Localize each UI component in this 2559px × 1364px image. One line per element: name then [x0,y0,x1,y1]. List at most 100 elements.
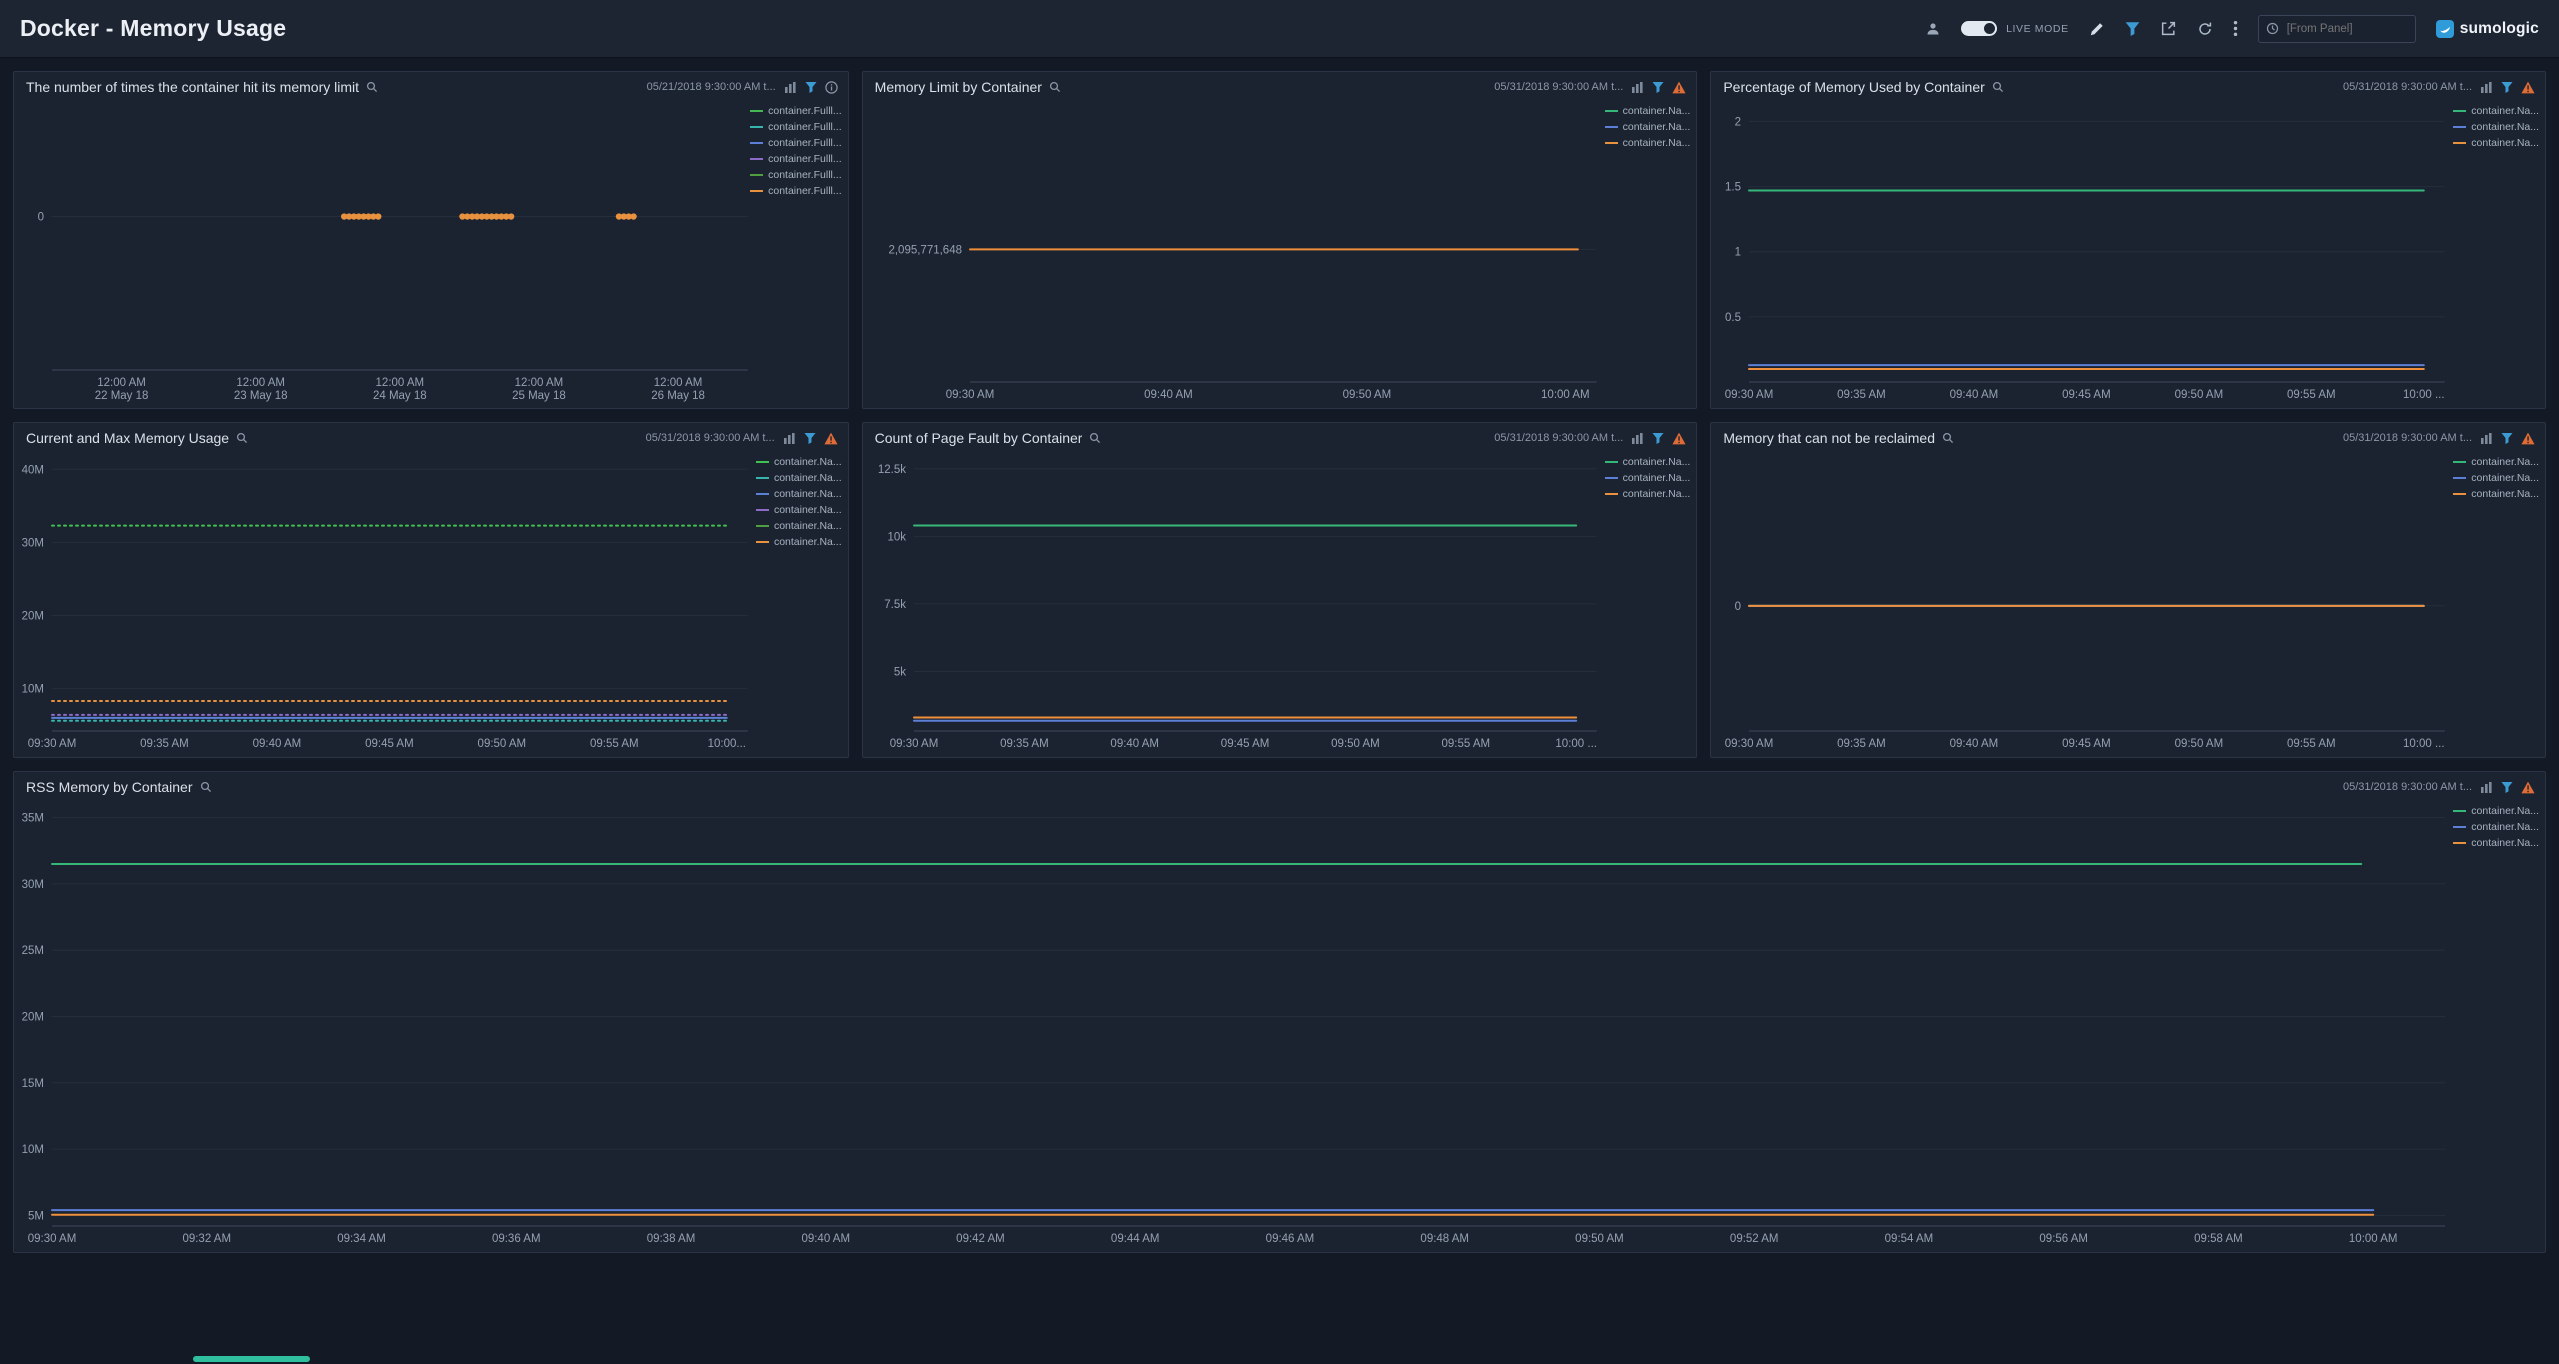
legend-item[interactable]: container.Na... [1605,137,1691,149]
zoom-icon[interactable] [236,432,248,444]
panel-title: The number of times the container hit it… [26,79,359,95]
warning-icon[interactable] [2521,81,2535,94]
legend-item[interactable]: container.Na... [2453,105,2539,117]
chart-icon[interactable] [783,432,796,445]
chart-icon[interactable] [1631,81,1644,94]
svg-text:2,095,771,648: 2,095,771,648 [888,244,962,256]
user-icon[interactable] [1925,21,1941,37]
chart-canvas[interactable]: 2,095,771,64809:30 AM09:40 AM09:50 AM10:… [863,97,1697,408]
chart-canvas[interactable]: 10M20M30M40M09:30 AM09:35 AM09:40 AM09:4… [14,448,848,757]
panel-header-actions: 05/31/2018 9:30:00 AM t... [1494,81,1686,94]
chart-icon[interactable] [2480,81,2493,94]
svg-text:09:56 AM: 09:56 AM [2039,1233,2088,1245]
legend-label: container.Na... [1623,137,1691,149]
panel-timestamp: 05/31/2018 9:30:00 AM t... [2343,781,2472,793]
legend-item[interactable]: container.Na... [2453,137,2539,149]
legend-item[interactable]: container.Na... [2453,821,2539,833]
legend-label: container.Na... [2471,456,2539,468]
legend-item[interactable]: container.Fulll... [750,185,842,197]
chart-icon[interactable] [2480,432,2493,445]
legend-item[interactable]: container.Fulll... [750,121,842,133]
legend-item[interactable]: container.Na... [2453,837,2539,849]
chart-icon[interactable] [784,81,797,94]
brand-text: sumologic [2460,20,2539,38]
chart-canvas[interactable]: 009:30 AM09:35 AM09:40 AM09:45 AM09:50 A… [1711,448,2545,757]
filter-icon[interactable] [804,432,816,444]
kebab-menu-icon[interactable] [2233,20,2238,37]
zoom-icon[interactable] [1089,432,1101,444]
warning-icon[interactable] [1672,432,1686,445]
legend-item[interactable]: container.Na... [756,520,842,532]
zoom-icon[interactable] [366,81,378,93]
svg-text:20M: 20M [22,611,44,623]
warning-icon[interactable] [824,432,838,445]
chart-area: 012:00 AM22 May 1812:00 AM23 May 1812:00… [14,97,848,408]
chart-icon[interactable] [1631,432,1644,445]
legend-item[interactable]: container.Na... [1605,456,1691,468]
legend-item[interactable]: container.Na... [756,472,842,484]
legend-item[interactable]: container.Na... [756,536,842,548]
info-icon[interactable] [825,81,838,94]
legend-item[interactable]: container.Na... [1605,105,1691,117]
refresh-icon[interactable] [2197,21,2213,37]
svg-text:09:45 AM: 09:45 AM [2062,389,2111,401]
legend-swatch [756,493,769,495]
filter-icon[interactable] [805,81,817,93]
legend-item[interactable]: container.Fulll... [750,137,842,149]
search-input[interactable] [2258,15,2416,43]
chart-canvas[interactable]: 5M10M15M20M25M30M35M09:30 AM09:32 AM09:3… [14,797,2545,1252]
legend-item[interactable]: container.Na... [1605,488,1691,500]
legend-item[interactable]: container.Fulll... [750,169,842,181]
legend-item[interactable]: container.Na... [2453,121,2539,133]
legend-item[interactable]: container.Na... [756,456,842,468]
legend-item[interactable]: container.Na... [2453,472,2539,484]
edit-pencil-icon[interactable] [2089,21,2105,37]
legend-swatch [1605,142,1618,144]
zoom-icon[interactable] [1049,81,1061,93]
filter-icon[interactable] [1652,432,1664,444]
panel-header-actions: 05/31/2018 9:30:00 AM t... [1494,432,1686,445]
filter-icon[interactable] [2125,21,2140,36]
legend-item[interactable]: container.Na... [2453,805,2539,817]
legend-item[interactable]: container.Na... [1605,472,1691,484]
svg-text:09:40 AM: 09:40 AM [1950,389,1999,401]
chart-legend: container.Na... container.Na... container.… [2453,805,2539,849]
filter-icon[interactable] [2501,781,2513,793]
warning-icon[interactable] [1672,81,1686,94]
chart-icon[interactable] [2480,781,2493,794]
filter-icon[interactable] [2501,81,2513,93]
svg-text:10:00...: 10:00... [708,738,746,750]
legend-label: container.Na... [2471,137,2539,149]
legend-swatch [756,525,769,527]
svg-text:24 May 18: 24 May 18 [373,390,427,402]
svg-text:09:54 AM: 09:54 AM [1885,1233,1934,1245]
warning-icon[interactable] [2521,432,2535,445]
zoom-icon[interactable] [200,781,212,793]
chart-canvas[interactable]: 012:00 AM22 May 1812:00 AM23 May 1812:00… [14,97,848,408]
svg-text:10:00 ...: 10:00 ... [2403,389,2445,401]
legend-item[interactable]: container.Na... [756,504,842,516]
filter-icon[interactable] [1652,81,1664,93]
svg-text:09:55 AM: 09:55 AM [1441,738,1490,750]
live-mode-toggle[interactable] [1961,21,1997,36]
zoom-icon[interactable] [1992,81,2004,93]
legend-item[interactable]: container.Fulll... [750,105,842,117]
legend-item[interactable]: container.Na... [1605,121,1691,133]
topbar: Docker - Memory Usage LIVE MODE [0,0,2559,58]
horizontal-scrollbar-thumb[interactable] [193,1356,310,1362]
filter-icon[interactable] [2501,432,2513,444]
svg-text:09:30 AM: 09:30 AM [1725,738,1774,750]
share-icon[interactable] [2160,20,2177,37]
legend-label: container.Na... [2471,121,2539,133]
warning-icon[interactable] [2521,781,2535,794]
legend-item[interactable]: container.Fulll... [750,153,842,165]
chart-canvas[interactable]: 0.511.5209:30 AM09:35 AM09:40 AM09:45 AM… [1711,97,2545,408]
legend-item[interactable]: container.Na... [2453,488,2539,500]
svg-text:2: 2 [1735,116,1741,128]
legend-item[interactable]: container.Na... [2453,456,2539,468]
legend-item[interactable]: container.Na... [756,488,842,500]
svg-text:09:40 AM: 09:40 AM [253,738,302,750]
chart-canvas[interactable]: 5k7.5k10k12.5k09:30 AM09:35 AM09:40 AM09… [863,448,1697,757]
zoom-icon[interactable] [1942,432,1954,444]
legend-label: container.Na... [1623,105,1691,117]
